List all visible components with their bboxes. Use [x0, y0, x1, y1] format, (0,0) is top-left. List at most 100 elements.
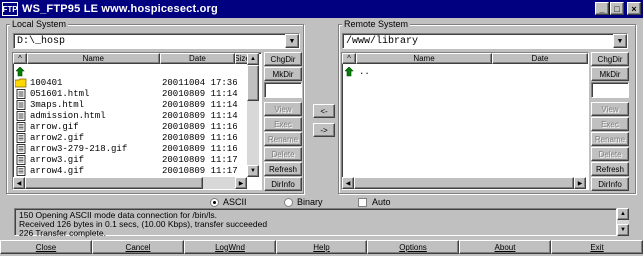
- scroll-up-icon[interactable]: ▲: [247, 53, 259, 65]
- local-view-button[interactable]: View: [264, 102, 302, 116]
- remote-refresh-button[interactable]: Refresh: [591, 162, 629, 176]
- local-file-row[interactable]: arrow3-279-218.gif 20010809 11:16: [13, 143, 261, 154]
- scroll-thumb[interactable]: [247, 65, 259, 101]
- local-horizontal-scrollbar[interactable]: ◀ ▶: [13, 177, 247, 189]
- ascii-radio[interactable]: ASCII: [210, 197, 247, 207]
- local-file-list[interactable]: ^ Name Date Size 10040120011004 17:36051…: [12, 52, 262, 190]
- status-log[interactable]: 150 Opening ASCII mode data connection f…: [14, 208, 617, 238]
- ascii-label: ASCII: [223, 197, 247, 207]
- chevron-down-icon[interactable]: ▼: [613, 34, 627, 48]
- local-file-row[interactable]: arrow.gif 20010809 11:16: [13, 121, 261, 132]
- up-arrow-icon: [15, 66, 27, 77]
- html-file-icon: [15, 99, 27, 110]
- local-path-value: D:\_hosp: [17, 35, 66, 47]
- local-path-combo[interactable]: D:\_hosp ▼: [13, 33, 300, 49]
- local-action-buttons: ChgDir MkDir View Exec Rename Delete Ref…: [264, 52, 302, 192]
- maximize-button[interactable]: □: [610, 2, 624, 15]
- file-name: arrow3-279-218.gif: [30, 143, 128, 154]
- close-window-button[interactable]: ×: [627, 2, 641, 15]
- local-exec-button[interactable]: Exec: [264, 117, 302, 131]
- log-line: 226 Transfer complete.: [19, 228, 106, 238]
- exit-label: Exit: [590, 242, 604, 252]
- cancel-button[interactable]: Cancel: [92, 240, 184, 254]
- exit-button[interactable]: Exit: [551, 240, 643, 254]
- scroll-left-icon[interactable]: ◀: [342, 177, 354, 189]
- help-button[interactable]: Help: [276, 240, 367, 254]
- local-file-row[interactable]: 051601.html 20010809 11:14: [13, 88, 261, 99]
- file-name: 051601.html: [30, 88, 90, 99]
- local-delete-button[interactable]: Delete: [264, 147, 302, 161]
- minimize-button[interactable]: _: [595, 2, 609, 15]
- transfer-to-local-button[interactable]: <-: [313, 104, 335, 118]
- log-vertical-scrollbar[interactable]: ▲ ▼: [617, 208, 629, 236]
- local-file-row[interactable]: 100401 20011004 17:36: [13, 77, 261, 88]
- local-file-row[interactable]: arrow2.gif 20010809 11:16: [13, 132, 261, 143]
- local-file-row[interactable]: [13, 66, 261, 77]
- local-refresh-button[interactable]: Refresh: [264, 162, 302, 176]
- scroll-thumb[interactable]: [25, 177, 203, 189]
- remote-chgdir-button[interactable]: ChgDir: [591, 52, 629, 66]
- local-mkdir-button[interactable]: MkDir: [264, 67, 302, 81]
- file-name: arrow2.gif: [30, 132, 85, 143]
- scroll-down-icon[interactable]: ▼: [617, 224, 629, 236]
- local-chgdir-button[interactable]: ChgDir: [264, 52, 302, 66]
- scroll-right-icon[interactable]: ▶: [235, 177, 247, 189]
- remote-col-sort[interactable]: ^: [342, 53, 356, 64]
- local-file-row[interactable]: 3maps.html 20010809 11:14: [13, 99, 261, 110]
- remote-dirinfo-button[interactable]: DirInfo: [591, 177, 629, 191]
- remote-exec-button[interactable]: Exec: [591, 117, 629, 131]
- local-dirinfo-button[interactable]: DirInfo: [264, 177, 302, 191]
- remote-col-date[interactable]: Date: [492, 53, 588, 64]
- image-file-icon: [15, 165, 27, 176]
- remote-path-value: /www/library: [346, 35, 419, 47]
- about-button[interactable]: About: [459, 240, 551, 254]
- chevron-down-icon[interactable]: ▼: [285, 34, 299, 48]
- local-file-row[interactable]: admission.html 20010809 11:14: [13, 110, 261, 121]
- up-arrow-icon: [344, 66, 356, 77]
- binary-radio[interactable]: Binary: [284, 197, 323, 207]
- remote-horizontal-scrollbar[interactable]: ◀ ▶: [342, 177, 586, 189]
- remote-filter-input[interactable]: [591, 82, 629, 98]
- remote-view-button[interactable]: View: [591, 102, 629, 116]
- folder-icon: [15, 78, 27, 88]
- local-col-sort[interactable]: ^: [13, 53, 27, 64]
- logwnd-label: LogWnd: [215, 242, 245, 252]
- auto-label: Auto: [372, 197, 391, 207]
- close-button[interactable]: Close: [0, 240, 92, 254]
- scroll-down-icon[interactable]: ▼: [247, 165, 259, 177]
- remote-rename-button[interactable]: Rename: [591, 132, 629, 146]
- local-col-date[interactable]: Date: [159, 53, 236, 64]
- image-file-icon: [15, 154, 27, 165]
- scroll-left-icon[interactable]: ◀: [13, 177, 25, 189]
- remote-file-list[interactable]: ^ Name Date .. ◀ ▶: [341, 52, 589, 190]
- options-label: Options: [399, 242, 427, 252]
- help-label: Help: [313, 242, 330, 252]
- local-col-name[interactable]: Name: [26, 53, 160, 64]
- cancel-label: Cancel: [125, 242, 151, 252]
- logwnd-button[interactable]: LogWnd: [184, 240, 276, 254]
- file-name: arrow4.gif: [30, 165, 85, 176]
- auto-checkbox[interactable]: Auto: [358, 197, 391, 207]
- remote-mkdir-button[interactable]: MkDir: [591, 67, 629, 81]
- close-label: Close: [35, 242, 57, 252]
- file-name: 3maps.html: [30, 99, 85, 110]
- title-bar: FTP WS_FTP95 LE www.hospicesect.org _ □ …: [0, 0, 643, 18]
- local-vertical-scrollbar[interactable]: ▲ ▼: [247, 53, 259, 177]
- file-name: arrow.gif: [30, 121, 79, 132]
- local-rename-button[interactable]: Rename: [264, 132, 302, 146]
- scroll-up-icon[interactable]: ▲: [617, 208, 629, 220]
- radio-dot-icon: [284, 197, 293, 207]
- local-filter-input[interactable]: [264, 82, 302, 98]
- scroll-right-icon[interactable]: ▶: [574, 177, 586, 189]
- transfer-to-remote-button[interactable]: ->: [313, 123, 335, 137]
- local-file-row[interactable]: arrow4.gif 20010809 11:17: [13, 165, 261, 176]
- scroll-thumb[interactable]: [354, 177, 574, 189]
- image-file-icon: [15, 143, 27, 154]
- remote-col-name[interactable]: Name: [356, 53, 492, 64]
- remote-path-combo[interactable]: /www/library ▼: [342, 33, 628, 49]
- options-button[interactable]: Options: [367, 240, 459, 254]
- html-file-icon: [15, 110, 27, 121]
- remote-delete-button[interactable]: Delete: [591, 147, 629, 161]
- local-file-row[interactable]: arrow3.gif 20010809 11:17: [13, 154, 261, 165]
- remote-file-row[interactable]: ..: [342, 66, 588, 77]
